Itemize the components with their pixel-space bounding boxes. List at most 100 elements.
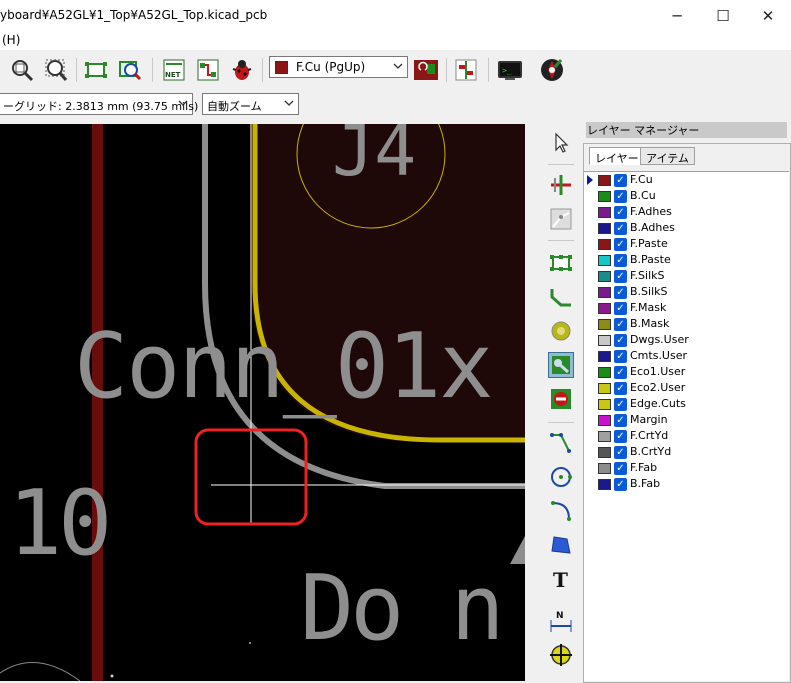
- layer-color-swatch[interactable]: [598, 383, 611, 394]
- highlight-net-icon[interactable]: [548, 172, 574, 198]
- layer-row[interactable]: ✓ B.Fab: [584, 477, 789, 493]
- zoom-select[interactable]: 自動ズーム: [202, 93, 299, 115]
- layer-row[interactable]: ✓ B.Cu: [584, 189, 789, 205]
- maximize-button[interactable]: ☐: [700, 0, 746, 31]
- scripting-console-icon[interactable]: [452, 56, 480, 84]
- layer-visibility-checkbox[interactable]: ✓: [614, 478, 627, 491]
- layer-row[interactable]: ✓ F.Fab: [584, 461, 789, 477]
- layer-color-swatch[interactable]: [598, 415, 611, 426]
- layer-color-swatch[interactable]: [598, 479, 611, 490]
- layer-color-swatch[interactable]: [598, 175, 611, 186]
- layer-visibility-checkbox[interactable]: ✓: [614, 414, 627, 427]
- add-footprint-icon[interactable]: [548, 250, 574, 276]
- drc-bug-icon[interactable]: [228, 56, 256, 84]
- layer-visibility-checkbox[interactable]: ✓: [614, 430, 627, 443]
- minimize-button[interactable]: ─: [654, 0, 700, 31]
- draw-polygon-icon[interactable]: [548, 532, 574, 558]
- pin-number-text: 10: [8, 471, 112, 576]
- layer-visibility-checkbox[interactable]: ✓: [614, 286, 627, 299]
- layer-visibility-checkbox[interactable]: ✓: [614, 334, 627, 347]
- layer-row[interactable]: ✓ F.CrtYd: [584, 429, 789, 445]
- layer-color-swatch[interactable]: [598, 239, 611, 250]
- layer-color-swatch[interactable]: [598, 399, 611, 410]
- draw-line-icon[interactable]: [548, 430, 574, 456]
- layer-row[interactable]: ✓ B.Paste: [584, 253, 789, 269]
- layer-visibility-checkbox[interactable]: ✓: [614, 446, 627, 459]
- layer-row[interactable]: ✓ Eco1.User: [584, 365, 789, 381]
- layer-row[interactable]: ✓ B.Mask: [584, 317, 789, 333]
- layer-row[interactable]: ✓ Margin: [584, 413, 789, 429]
- grid-size-select[interactable]: ーグリッド: 2.3813 mm (93.75 mils): [0, 93, 198, 115]
- layer-color-swatch[interactable]: [598, 223, 611, 234]
- layer-row[interactable]: ✓ B.Adhes: [584, 221, 789, 237]
- menu-bar: (H): [0, 31, 791, 50]
- layer-row[interactable]: ✓ F.Adhes: [584, 205, 789, 221]
- layer-visibility-checkbox[interactable]: ✓: [614, 350, 627, 363]
- footprint-library-icon[interactable]: [82, 56, 110, 84]
- layer-color-swatch[interactable]: [598, 351, 611, 362]
- add-via-icon[interactable]: [548, 318, 574, 344]
- keepout-icon[interactable]: [548, 386, 574, 412]
- layer-row[interactable]: ✓ Dwgs.User: [584, 333, 789, 349]
- footprint-reference-text: J4: [332, 124, 417, 192]
- layer-visibility-checkbox[interactable]: ✓: [614, 462, 627, 475]
- footprint-inspect-icon[interactable]: [116, 56, 144, 84]
- layer-color-swatch[interactable]: [598, 303, 611, 314]
- layer-visibility-checkbox[interactable]: ✓: [614, 238, 627, 251]
- place-origin-icon[interactable]: [548, 642, 574, 668]
- layer-row[interactable]: ✓ Cmts.User: [584, 349, 789, 365]
- layer-visibility-checkbox[interactable]: ✓: [614, 174, 627, 187]
- compass-icon[interactable]: [538, 56, 566, 84]
- menu-help[interactable]: (H): [2, 33, 20, 47]
- python-console-icon[interactable]: >_: [496, 56, 524, 84]
- layer-color-swatch[interactable]: [598, 367, 611, 378]
- layer-row[interactable]: ✓ B.SilkS: [584, 285, 789, 301]
- layer-color-swatch[interactable]: [598, 431, 611, 442]
- layer-row[interactable]: ✓ F.Mask: [584, 301, 789, 317]
- layer-visibility-checkbox[interactable]: ✓: [614, 190, 627, 203]
- svg-text:NET: NET: [165, 71, 181, 79]
- layer-row[interactable]: ✓ B.CrtYd: [584, 445, 789, 461]
- layer-color-swatch[interactable]: [598, 447, 611, 458]
- draw-arc-icon[interactable]: [548, 498, 574, 524]
- layer-color-swatch[interactable]: [598, 335, 611, 346]
- netlist-icon[interactable]: NET: [160, 56, 188, 84]
- zoom-fit-icon[interactable]: [8, 56, 36, 84]
- layer-visibility-checkbox[interactable]: ✓: [614, 222, 627, 235]
- add-dimension-icon[interactable]: N: [548, 608, 574, 634]
- layer-row[interactable]: ✓ F.Cu: [584, 173, 789, 189]
- layer-visibility-checkbox[interactable]: ✓: [614, 318, 627, 331]
- layer-visibility-checkbox[interactable]: ✓: [614, 254, 627, 267]
- layer-color-swatch[interactable]: [598, 271, 611, 282]
- layer-color-swatch[interactable]: [598, 255, 611, 266]
- tab-items[interactable]: アイテム: [640, 147, 695, 165]
- add-zone-icon[interactable]: [548, 352, 574, 378]
- draw-circle-icon[interactable]: [548, 464, 574, 490]
- route-track-icon[interactable]: [548, 284, 574, 310]
- tab-layers[interactable]: レイヤー: [589, 147, 645, 165]
- local-ratsnest-icon[interactable]: [548, 206, 574, 232]
- close-button[interactable]: ✕: [745, 0, 791, 31]
- layer-pair-icon[interactable]: [412, 56, 440, 84]
- layer-color-swatch[interactable]: [598, 463, 611, 474]
- layer-visibility-checkbox[interactable]: ✓: [614, 382, 627, 395]
- layer-color-swatch[interactable]: [598, 319, 611, 330]
- layer-row[interactable]: ✓ Edge.Cuts: [584, 397, 789, 413]
- layer-row[interactable]: ✓ F.Paste: [584, 237, 789, 253]
- add-text-icon[interactable]: T: [548, 566, 574, 592]
- layer-color-swatch[interactable]: [598, 207, 611, 218]
- layer-visibility-checkbox[interactable]: ✓: [614, 270, 627, 283]
- layer-visibility-checkbox[interactable]: ✓: [614, 206, 627, 219]
- active-layer-select[interactable]: F.Cu (PgUp): [269, 56, 408, 78]
- zoom-selection-icon[interactable]: [42, 56, 70, 84]
- layer-visibility-checkbox[interactable]: ✓: [614, 366, 627, 379]
- layer-color-swatch[interactable]: [598, 287, 611, 298]
- layer-visibility-checkbox[interactable]: ✓: [614, 302, 627, 315]
- layer-visibility-checkbox[interactable]: ✓: [614, 398, 627, 411]
- update-pcb-icon[interactable]: [194, 56, 222, 84]
- layer-color-swatch[interactable]: [598, 191, 611, 202]
- select-arrow-icon[interactable]: [548, 130, 574, 156]
- layer-row[interactable]: ✓ Eco2.User: [584, 381, 789, 397]
- pcb-canvas[interactable]: J4 Conn_01x 10 Do n: [0, 124, 525, 681]
- layer-row[interactable]: ✓ F.SilkS: [584, 269, 789, 285]
